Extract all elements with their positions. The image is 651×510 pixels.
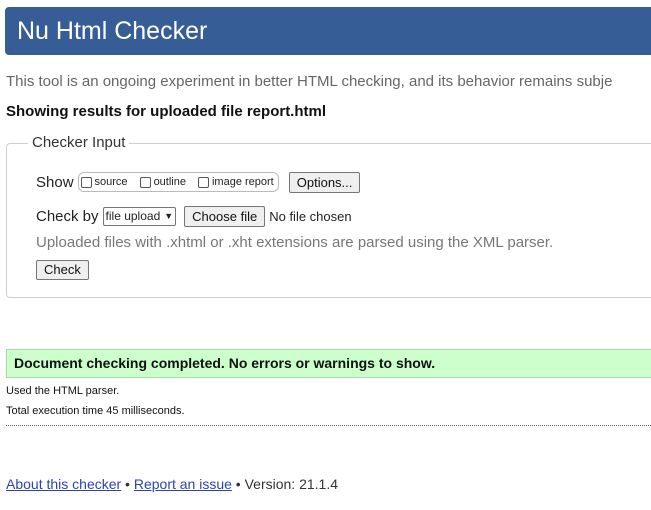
parser-info: Used the HTML parser. (6, 385, 120, 397)
show-image-report-option[interactable]: image report (197, 176, 274, 188)
source-checkbox[interactable] (80, 176, 92, 188)
show-outline-option[interactable]: outline (139, 176, 186, 188)
page-header: Nu Html Checker (5, 7, 651, 55)
check-by-select[interactable]: file upload ▼ (102, 206, 177, 226)
show-options-group: source outline image report (77, 172, 279, 192)
check-by-row: Check by file upload ▼ Choose file No fi… (36, 205, 352, 227)
show-label: Show (36, 173, 74, 191)
show-source-option[interactable]: source (80, 176, 128, 188)
results-heading: Showing results for uploaded file report… (6, 103, 327, 120)
image-report-checkbox[interactable] (197, 176, 209, 188)
no-file-text: No file chosen (269, 208, 352, 224)
checker-input-legend: Checker Input (28, 134, 130, 151)
xml-parser-note: Uploaded files with .xhtml or .xht exten… (36, 234, 554, 251)
about-link[interactable]: About this checker (6, 476, 121, 492)
version-text: • Version: 21.1.4 (231, 476, 339, 492)
footer-separator: • (121, 476, 134, 492)
outline-checkbox[interactable] (139, 176, 151, 188)
footer: About this checker • Report an issue • V… (6, 476, 338, 492)
execution-time: Total execution time 45 milliseconds. (6, 405, 185, 417)
check-by-value: file upload (105, 209, 161, 223)
check-button[interactable]: Check (36, 260, 89, 280)
page-title: Nu Html Checker (17, 17, 208, 45)
source-label: source (94, 176, 128, 188)
chevron-down-icon: ▼ (164, 211, 174, 221)
intro-text: This tool is an ongoing experiment in be… (6, 73, 613, 90)
check-by-label: Check by (36, 207, 99, 225)
success-message: Document checking completed. No errors o… (6, 349, 651, 378)
choose-file-button[interactable]: Choose file (184, 205, 266, 227)
report-issue-link[interactable]: Report an issue (134, 476, 232, 492)
image-report-label: image report (211, 176, 274, 188)
options-button[interactable]: Options... (288, 171, 361, 193)
divider (6, 425, 651, 426)
show-row: Show source outline image report Options… (36, 171, 361, 193)
outline-label: outline (153, 176, 186, 188)
